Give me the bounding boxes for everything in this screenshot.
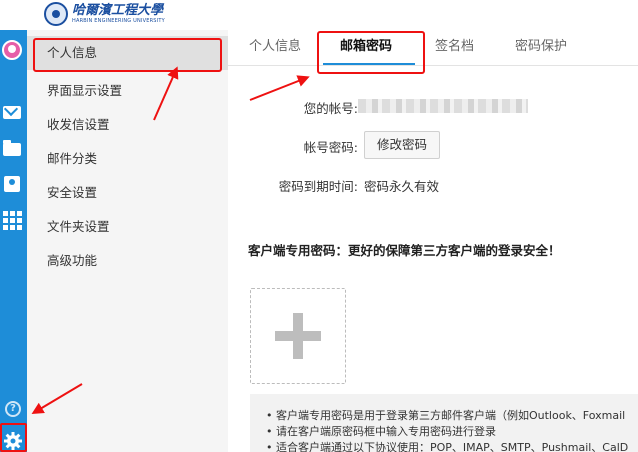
logo-english-name: HARBIN ENGINEERING UNIVERSITY bbox=[72, 18, 165, 24]
settings-sidebar: 个人信息 界面显示设置 收发信设置 邮件分类 安全设置 文件夹设置 高级功能 bbox=[27, 30, 228, 452]
tab-signature[interactable]: 签名档 bbox=[435, 30, 474, 66]
note-line: • 请在客户端原密码框中输入专用密码进行登录 bbox=[266, 425, 496, 438]
avatar[interactable] bbox=[2, 40, 22, 60]
sidebar-item-folders[interactable]: 文件夹设置 bbox=[27, 210, 228, 244]
sidebar-item-advanced[interactable]: 高级功能 bbox=[27, 244, 228, 278]
help-icon[interactable]: ? bbox=[5, 401, 21, 417]
add-client-password-button[interactable] bbox=[250, 288, 346, 384]
university-seal-icon bbox=[44, 2, 68, 26]
contacts-icon[interactable] bbox=[3, 176, 23, 194]
top-header: 哈爾濱工程大學 HARBIN ENGINEERING UNIVERSITY bbox=[0, 0, 638, 30]
note-line: • 适合客户端通过以下协议使用：POP、IMAP、SMTP、Pushmail、C… bbox=[266, 441, 629, 452]
settings-highlight-box bbox=[0, 423, 27, 452]
sidebar-item-security[interactable]: 安全设置 bbox=[27, 176, 228, 210]
client-password-title: 客户端专用密码：更好的保障第三方客户端的登录安全！ bbox=[248, 243, 561, 258]
account-value-blurred bbox=[358, 99, 528, 113]
expiry-label: 密码到期时间: bbox=[278, 179, 358, 194]
mail-icon[interactable] bbox=[3, 104, 23, 122]
mailbox-password-tab-highlight-box bbox=[317, 31, 425, 74]
expiry-value: 密码永久有效 bbox=[364, 179, 440, 194]
client-password-notes: • 客户端专用密码是用于登录第三方邮件客户端（例如Outlook、Foxmail… bbox=[250, 394, 638, 452]
left-rail: ↩ ? bbox=[0, 0, 27, 452]
logo-chinese-name: 哈爾濱工程大學 bbox=[72, 3, 164, 18]
tab-bar: 个人信息 邮箱密码 签名档 密码保护 bbox=[228, 30, 638, 66]
sidebar-item-send-receive[interactable]: 收发信设置 bbox=[27, 108, 228, 142]
sidebar-item-mail-categories[interactable]: 邮件分类 bbox=[27, 142, 228, 176]
tab-password-protection[interactable]: 密码保护 bbox=[515, 30, 567, 66]
personal-info-highlight-box bbox=[33, 38, 222, 72]
folder-icon[interactable] bbox=[3, 140, 23, 158]
university-logo[interactable]: 哈爾濱工程大學 HARBIN ENGINEERING UNIVERSITY bbox=[44, 2, 165, 26]
apps-icon[interactable] bbox=[3, 211, 23, 230]
note-line: • 客户端专用密码是用于登录第三方邮件客户端（例如Outlook、Foxmail bbox=[266, 409, 626, 422]
change-password-button[interactable]: 修改密码 bbox=[364, 131, 441, 159]
password-label: 帐号密码: bbox=[303, 140, 358, 155]
sidebar-item-display-settings[interactable]: 界面显示设置 bbox=[27, 74, 228, 108]
account-label: 您的帐号: bbox=[303, 101, 358, 116]
tab-personal-info[interactable]: 个人信息 bbox=[249, 30, 301, 66]
main-content: 个人信息 邮箱密码 签名档 密码保护 您的帐号: 帐号密码: 修改密码 密码到期… bbox=[228, 30, 638, 452]
